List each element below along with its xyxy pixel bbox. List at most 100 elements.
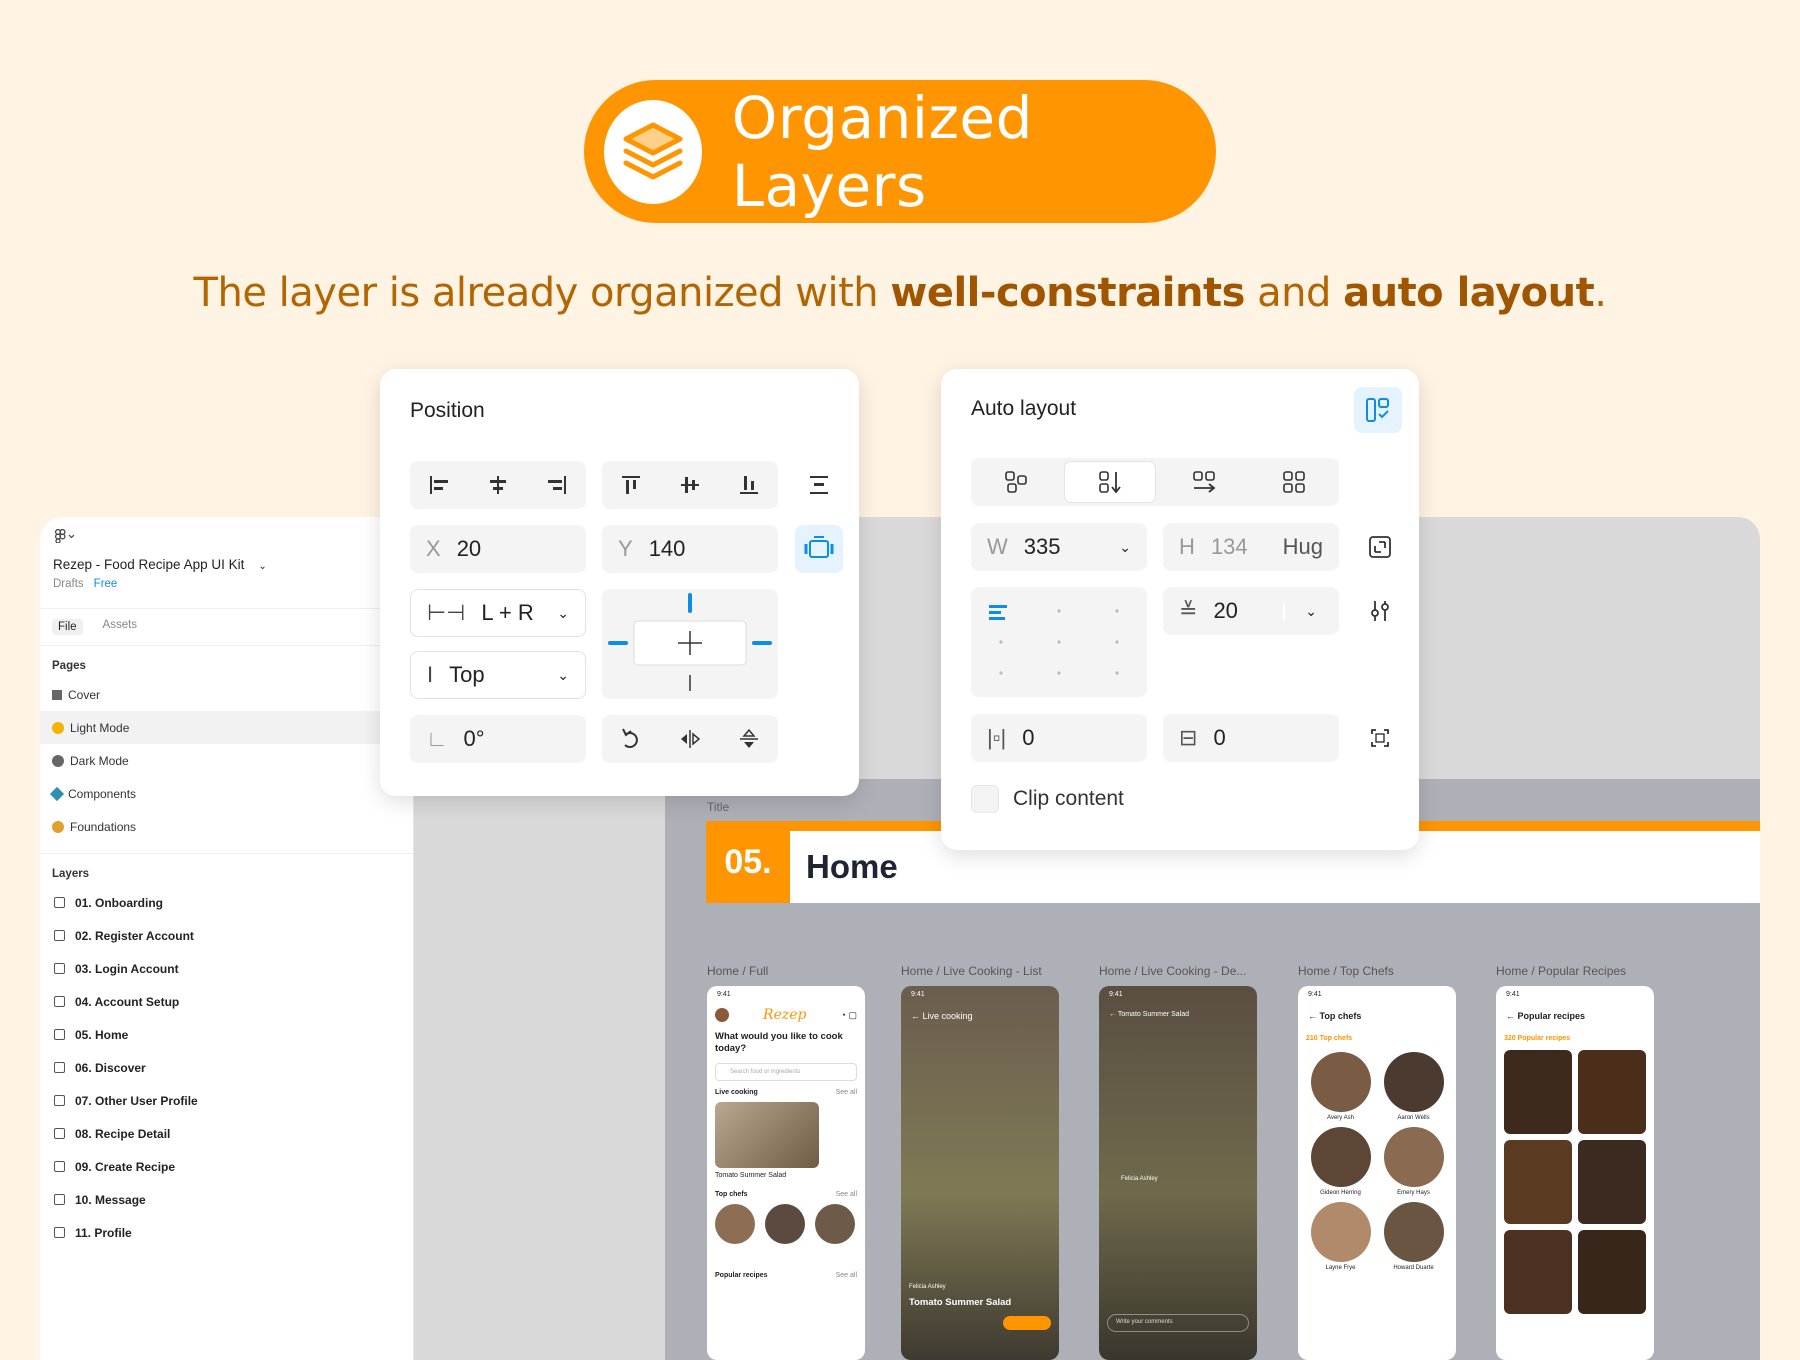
align-right-icon[interactable] [527, 461, 586, 509]
chef-avatar[interactable] [765, 1204, 805, 1244]
layer-item[interactable]: 06. Discover [40, 1051, 413, 1084]
layer-item[interactable]: 07. Other User Profile [40, 1084, 413, 1117]
phone-live-detail[interactable]: 9:41 ← Tomato Summer Salad Felicia Ashle… [1099, 986, 1257, 1360]
layer-label: 10. Message [75, 1192, 146, 1207]
layer-item[interactable]: 09. Create Recipe [40, 1150, 413, 1183]
page-item-foundations[interactable]: Foundations [40, 810, 413, 843]
chef-card[interactable]: Howard Duarte [1377, 1202, 1450, 1271]
layer-item[interactable]: 02. Register Account [40, 919, 413, 952]
layout-vertical-icon[interactable] [1064, 461, 1156, 503]
frame-icon [54, 1128, 65, 1139]
phone-popular-recipes[interactable]: 9:41 ← Popular recipes 320 Popular recip… [1496, 986, 1654, 1360]
layer-item[interactable]: 05. Home [40, 1018, 413, 1051]
x-field[interactable]: X 20 [410, 525, 586, 573]
clip-content-checkbox[interactable] [971, 785, 999, 813]
layout-grid-icon[interactable] [1249, 458, 1339, 506]
layout-horizontal-icon[interactable] [1159, 458, 1249, 506]
vertical-padding-field[interactable]: ⊟ 0 [1163, 714, 1339, 762]
auto-layout-suggest-icon[interactable] [1354, 387, 1402, 433]
recipe-card[interactable] [1578, 1140, 1646, 1224]
back-icon[interactable]: ← [1506, 1011, 1515, 1021]
recipe-card[interactable] [1578, 1230, 1646, 1314]
chef-card[interactable]: Aaron Wells [1377, 1052, 1450, 1121]
frame-icon [54, 930, 65, 941]
align-middle-icon[interactable] [661, 461, 720, 509]
chef-grid: Avery Ash Aaron Wells Gideon Herring Emery … [1298, 1048, 1456, 1275]
phone-top-chefs[interactable]: 9:41 ← Top chefs 210 Top chefs Avery Ash… [1298, 986, 1456, 1360]
align-left-icon[interactable] [410, 461, 469, 509]
layer-item[interactable]: 11. Profile [40, 1216, 413, 1249]
layer-item[interactable]: 04. Account Setup [40, 985, 413, 1018]
search-input[interactable]: Search food or ingredients [715, 1063, 857, 1081]
alignment-grid[interactable] [971, 587, 1147, 697]
tab-file[interactable]: File [52, 619, 83, 635]
layer-item[interactable]: 08. Recipe Detail [40, 1117, 413, 1150]
chef-name: Emery Hays [1397, 1190, 1430, 1196]
chef-card[interactable]: Gideon Herring [1304, 1127, 1377, 1196]
watch-button[interactable] [1003, 1316, 1051, 1330]
page-item-components[interactable]: Components [40, 777, 413, 810]
align-bottom-icon[interactable] [719, 461, 778, 509]
page-item-light-mode[interactable]: Light Mode [40, 711, 413, 744]
flip-horizontal-icon[interactable] [661, 715, 720, 763]
tab-assets[interactable]: Assets [103, 619, 138, 635]
flip-vertical-icon[interactable] [719, 715, 778, 763]
chevron-down-icon[interactable]: ⌄ [258, 561, 266, 572]
page-item-dark-mode[interactable]: Dark Mode [40, 744, 413, 777]
back-icon[interactable]: ← [911, 1011, 920, 1021]
recipe-grid [1496, 1048, 1654, 1316]
chef-card[interactable]: Avery Ash [1304, 1052, 1377, 1121]
back-icon[interactable]: ← [1109, 1011, 1116, 1018]
width-field[interactable]: W 335 ⌄ [971, 523, 1147, 571]
recipe-card[interactable] [1504, 1140, 1572, 1224]
comment-input[interactable]: Write your comments [1107, 1314, 1249, 1332]
clip-content-row[interactable]: Clip content [971, 785, 1124, 813]
phone-home-full[interactable]: 9:41 Rezep ◔ ▢ What would you like to co… [707, 986, 865, 1360]
chevron-down-icon: ⌄ [557, 604, 569, 621]
constraint-widget[interactable] [602, 589, 778, 699]
chef-avatar[interactable] [715, 1204, 755, 1244]
layer-label: 07. Other User Profile [75, 1093, 198, 1108]
chef-avatar[interactable] [815, 1204, 855, 1244]
individual-padding-icon[interactable] [1359, 714, 1401, 762]
figma-menu-icon[interactable] [54, 528, 76, 545]
settings-sliders-icon[interactable] [1359, 587, 1401, 635]
layout-none-icon[interactable] [971, 458, 1061, 506]
page-item-cover[interactable]: Cover [40, 678, 413, 711]
recipe-card[interactable] [1578, 1050, 1646, 1134]
horizontal-padding-field[interactable]: |▫| 0 [971, 714, 1147, 762]
rotation-field[interactable]: ∟ 0° [410, 715, 586, 763]
align-center-h-icon[interactable] [469, 461, 528, 509]
rotate-icon[interactable] [602, 715, 661, 763]
recipe-card[interactable] [1504, 1050, 1572, 1134]
avatar [715, 1008, 729, 1022]
frame-label: Home / Live Cooking - List [901, 964, 1042, 978]
header-title: Organized Layers [731, 83, 1033, 220]
section-title: Home [806, 848, 898, 885]
align-top-icon[interactable] [602, 461, 661, 509]
resize-icon[interactable] [1359, 523, 1401, 571]
height-field[interactable]: H 134 Hug [1163, 523, 1339, 571]
recipe-card[interactable] [1504, 1230, 1572, 1314]
file-name[interactable]: Rezep - Food Recipe App UI Kit ⌄ [53, 557, 400, 572]
horizontal-constraint-select[interactable]: ⊢⊣ L + R ⌄ [410, 589, 586, 637]
layer-label: 05. Home [75, 1027, 129, 1042]
plan-badge: Free [93, 578, 118, 590]
chef-avatar [1383, 1127, 1444, 1187]
distribute-icon[interactable] [798, 461, 840, 509]
bell-icon[interactable]: ◔ ▢ [841, 1010, 857, 1021]
live-cooking-thumbnail[interactable] [715, 1102, 819, 1168]
y-field[interactable]: Y 140 [602, 525, 778, 573]
constraints-toggle-icon[interactable] [795, 525, 843, 573]
chef-card[interactable]: Layne Frye [1304, 1202, 1377, 1271]
layer-item[interactable]: 10. Message [40, 1183, 413, 1216]
layer-item[interactable]: 03. Login Account [40, 952, 413, 985]
frame-icon [54, 1095, 65, 1106]
vertical-constraint-select[interactable]: I Top ⌄ [410, 651, 586, 699]
gap-field[interactable]: ≚ 20 ⌄ [1163, 587, 1339, 635]
position-panel: Position X 20 Y 140 ⊢⊣ L + R ⌄ I Top ⌄ ∟ 0° [380, 369, 859, 796]
layer-item[interactable]: 01. Onboarding [40, 886, 413, 919]
chef-card[interactable]: Emery Hays [1377, 1127, 1450, 1196]
phone-live-list[interactable]: 9:41 ← Live cooking Felicia Ashley Tomat… [901, 986, 1059, 1360]
back-icon[interactable]: ← [1308, 1011, 1317, 1021]
